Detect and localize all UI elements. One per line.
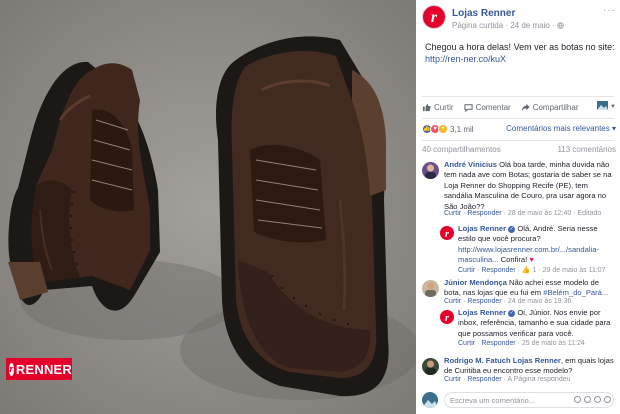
comment-body: Lojas Renner ✓ Oi, Júnior. Nos envie por…	[458, 308, 614, 339]
heart-emoji-icon: ♥	[529, 255, 534, 265]
page-name-link[interactable]: Lojas Renner	[452, 8, 515, 19]
divider	[422, 96, 614, 97]
comment-like-link[interactable]: Curtir	[458, 267, 475, 274]
commenter-avatar[interactable]	[422, 280, 439, 297]
reactions-summary[interactable]: 👍 ♥ • 3,1 mil Comentários mais relevante…	[422, 124, 616, 136]
comment-like-link[interactable]: Curtir	[444, 298, 461, 305]
share-button[interactable]: Compartilhar	[521, 102, 579, 112]
comment-reply-link[interactable]: Responder	[481, 340, 515, 347]
comment-reply-link[interactable]: Responder	[481, 267, 515, 274]
comment-body: Júnior Mendonça Não achei esse modelo de…	[444, 278, 614, 299]
comment-meta: Curtir · Responder · A Página respondeu	[444, 376, 571, 383]
profile-thumbnail-icon	[597, 101, 609, 112]
comment-meta: Curtir · Responder · 24 de maio às 19:36	[444, 298, 572, 305]
comment-author[interactable]: Rodrigo M. Fatuch	[444, 356, 511, 365]
comment-meta: Curtir · Responder · 👍 1 · 29 de maio às…	[458, 267, 606, 274]
current-user-avatar	[422, 392, 438, 408]
comment-time[interactable]: 29 de maio às 11:07	[543, 267, 606, 274]
comment-author[interactable]: Lojas Renner	[458, 308, 506, 317]
like-label: Curtir	[434, 102, 454, 112]
thumbs-up-icon	[422, 103, 431, 112]
comment-like-link[interactable]: Curtir	[458, 340, 475, 347]
comment-sort-dropdown[interactable]: Comentários mais relevantes ▾	[506, 124, 616, 133]
renner-logo: r RENNER	[6, 358, 72, 380]
more-options-icon[interactable]: ···	[603, 5, 616, 16]
comment-time[interactable]: 24 de maio às 19:36	[508, 298, 571, 305]
engagement-stats: 40 compartilhamentos 113 comentários	[422, 145, 616, 155]
comment-reply-link[interactable]: Responder	[467, 210, 501, 217]
verified-badge-icon: ✓	[508, 226, 516, 233]
divider	[422, 118, 614, 119]
comment-time[interactable]: 28 de maio às 12:40	[508, 210, 571, 217]
comment-text-after: Confira!	[500, 255, 528, 265]
comment-author[interactable]: André Vinicius	[444, 160, 497, 169]
renner-logo-text: RENNER	[15, 361, 72, 377]
post-meta: Página curtida · 24 de maio ·	[452, 21, 564, 30]
comment-button[interactable]: Comentar	[463, 102, 511, 112]
like-button[interactable]: Curtir	[422, 103, 454, 112]
comment-bubble-icon	[463, 103, 473, 112]
chevron-down-icon: ▼	[610, 103, 616, 110]
hashtag-link[interactable]: #Belém_do_Pará...	[543, 288, 608, 297]
sticker-icon[interactable]	[604, 396, 611, 403]
comment-like-link[interactable]: Curtir	[444, 376, 461, 383]
commenter-avatar[interactable]	[422, 162, 439, 179]
renner-logo-mark: r	[9, 362, 14, 376]
post-message-text: Chegou a hora delas! Vem ver as botas no…	[425, 42, 615, 52]
post-header: r Lojas Renner Página curtida · 24 de ma…	[422, 5, 616, 31]
tagged-page-link[interactable]: Lojas Renner	[513, 356, 561, 365]
comment-edited: Editado	[577, 210, 602, 217]
post-link[interactable]: http://ren-ner.co/kuX	[425, 53, 615, 65]
comment-meta: Curtir · Responder · 28 de maio às 12:40…	[444, 210, 602, 217]
comment-reply-link[interactable]: Responder	[467, 298, 501, 305]
emoji-icon[interactable]	[574, 396, 581, 403]
comment-body: Lojas Renner ✓ Olá, André. Seria nesse e…	[458, 224, 614, 266]
boots-illustration	[8, 36, 416, 400]
share-label: Compartilhar	[532, 102, 579, 112]
page-avatar[interactable]: r	[422, 5, 446, 29]
comment-list: André Vinicius Olá boa tarde, minha duvi…	[422, 160, 616, 386]
page-reply-avatar[interactable]: r	[440, 226, 454, 240]
page-replied-label[interactable]: A Página respondeu	[507, 376, 570, 383]
comment-body: André Vinicius Olá boa tarde, minha duvi…	[444, 160, 614, 212]
post-panel: r Lojas Renner Página curtida · 24 de ma…	[416, 0, 620, 414]
verified-badge-icon: ✓	[508, 310, 516, 317]
like-reaction-icon: 👍	[521, 267, 531, 274]
post-message: Chegou a hora delas! Vem ver as botas no…	[425, 41, 615, 65]
comment-like-link[interactable]: Curtir	[444, 210, 461, 217]
svg-text:r: r	[445, 229, 449, 240]
comment-meta: Curtir · Responder · 25 de maio às 11:24	[458, 340, 585, 347]
post-meta-text: Página curtida · 24 de maio ·	[452, 21, 557, 30]
wow-reaction-icon: •	[438, 124, 448, 134]
comment-label: Comentar	[475, 102, 511, 112]
composer-tools	[571, 396, 611, 403]
left-boot	[8, 61, 160, 311]
comment-author[interactable]: Lojas Renner	[458, 224, 506, 233]
share-arrow-icon	[521, 103, 530, 112]
right-boot	[216, 36, 389, 397]
divider	[422, 140, 614, 141]
reaction-count: 3,1 mil	[450, 125, 474, 134]
post-as-selector[interactable]: ▼	[597, 101, 616, 112]
comment-author[interactable]: Júnior Mendonça	[444, 278, 507, 287]
globe-icon	[557, 22, 564, 29]
camera-icon[interactable]	[584, 396, 591, 403]
shares-count-link[interactable]: 40 compartilhamentos	[422, 145, 501, 154]
svg-text:r: r	[445, 313, 449, 324]
gif-icon[interactable]	[594, 396, 601, 403]
comment-body: Rodrigo M. Fatuch Lojas Renner, em quais…	[444, 356, 614, 377]
commenter-avatar[interactable]	[422, 358, 439, 375]
post-photo[interactable]: r RENNER	[0, 0, 416, 414]
comment-composer	[422, 390, 616, 410]
comment-time[interactable]: 25 de maio às 11:24	[522, 340, 585, 347]
comment-reply-link[interactable]: Responder	[467, 376, 501, 383]
comment-like-count: 1	[532, 267, 537, 274]
page-reply-avatar[interactable]: r	[440, 310, 454, 324]
comments-count-link[interactable]: 113 comentários	[557, 145, 616, 154]
post-actions: Curtir Comentar Compartilhar ▼	[422, 100, 616, 114]
